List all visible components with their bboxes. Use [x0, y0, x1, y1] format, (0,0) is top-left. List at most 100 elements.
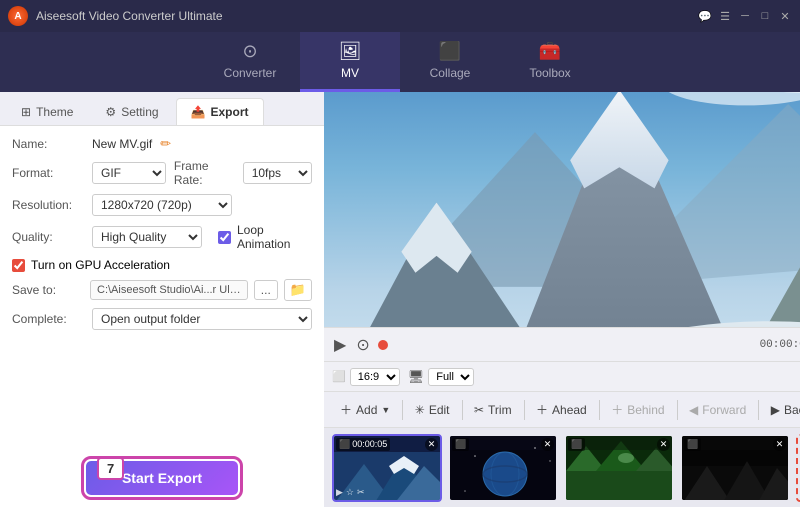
converter-icon: ⊙: [242, 41, 257, 62]
open-folder-button[interactable]: 📁: [284, 279, 312, 301]
edit-button[interactable]: ✳ Edit: [407, 399, 458, 421]
thumb-close-2[interactable]: ✕: [541, 438, 554, 451]
bottom-toolbar: ＋ Add ▼ ✳ Edit ✂ Trim ＋ Ahead ＋ Behi: [324, 391, 800, 427]
name-label: Name:: [12, 137, 84, 151]
film-thumb-2[interactable]: ⬛ ✕: [448, 434, 558, 502]
add-clip-button[interactable]: ＋: [796, 434, 800, 502]
complete-select[interactable]: Open output folder Do nothing Shut down …: [92, 308, 312, 330]
theme-icon: ⊞: [21, 105, 31, 119]
resolution-label: Resolution:: [12, 198, 84, 212]
sub-tab-theme-label: Theme: [36, 105, 73, 119]
aspect-ratio-wrap: ⬜ 16:9 4:3 1:1: [332, 368, 400, 386]
maximize-button[interactable]: □: [758, 9, 772, 23]
complete-label: Complete:: [12, 312, 84, 326]
quality-label: Quality:: [12, 230, 84, 244]
loop-checkbox[interactable]: [218, 231, 231, 244]
ahead-icon: ＋: [536, 401, 548, 418]
settings-panel: Name: New MV.gif ✏ Format: GIF MP4 MOV F…: [0, 126, 324, 451]
export-tab-icon: 📤: [191, 105, 206, 119]
gpu-label: Turn on GPU Acceleration: [31, 258, 170, 272]
quality-select[interactable]: High Quality Medium Quality Low Quality: [92, 226, 202, 248]
behind-icon: ＋: [611, 401, 623, 418]
forward-button[interactable]: ◀ Forward: [681, 399, 754, 421]
forward-icon: ◀: [689, 403, 698, 417]
export-area: 7 Start Export: [0, 451, 324, 507]
name-row: Name: New MV.gif ✏: [12, 136, 312, 152]
thumb-overlay-2: ⬛: [452, 438, 469, 451]
nav-tab-converter[interactable]: ⊙ Converter: [200, 32, 300, 92]
aspect-ratio-icon: ⬜: [332, 370, 346, 383]
name-edit-icon[interactable]: ✏: [160, 136, 171, 152]
save-label: Save to:: [12, 283, 84, 297]
sub-tab-theme[interactable]: ⊞ Theme: [6, 98, 88, 125]
thumb-overlay-3: ⬛: [568, 438, 585, 451]
main-area: ⊞ Theme ⚙ Setting 📤 Export Name: New MV.…: [0, 92, 800, 507]
loop-label: Loop Animation: [237, 223, 312, 251]
titlebar: A Aiseesoft Video Converter Ultimate 💬 ☰…: [0, 0, 800, 32]
browse-dots-button[interactable]: ...: [254, 280, 278, 300]
collage-icon: ⬛: [439, 41, 461, 62]
chat-button[interactable]: 💬: [698, 9, 712, 23]
play-button[interactable]: ▶: [332, 333, 348, 357]
ahead-button[interactable]: ＋ Ahead: [528, 397, 595, 422]
player-controls: ▶ ⊙ 00:00:00.00/00:01:40.16 🔊: [324, 327, 800, 361]
nav-tab-collage[interactable]: ⬛ Collage: [400, 32, 500, 92]
loop-row: Loop Animation: [218, 223, 312, 251]
add-dropdown-arrow: ▼: [381, 405, 390, 415]
add-button[interactable]: ＋ Add ▼: [332, 397, 398, 422]
trim-icon: ✂: [474, 403, 484, 417]
name-value: New MV.gif: [92, 137, 152, 151]
thumb-close-1[interactable]: ✕: [425, 438, 438, 451]
framerate-select[interactable]: 10fps 15fps 24fps 30fps: [243, 162, 312, 184]
thumb-overlay-4: ⬛: [684, 438, 701, 451]
backward-button[interactable]: ▶ Backward: [763, 399, 800, 421]
tooltip-badge: 7: [97, 457, 124, 480]
trim-button[interactable]: ✂ Trim: [466, 399, 520, 421]
sub-tab-export[interactable]: 📤 Export: [176, 98, 264, 125]
app-logo: A: [8, 6, 28, 26]
nav-tab-toolbox[interactable]: 🧰 Toolbox: [500, 32, 600, 92]
quality-row: Quality: High Quality Medium Quality Low…: [12, 223, 312, 251]
sub-tabs: ⊞ Theme ⚙ Setting 📤 Export: [0, 92, 324, 126]
backward-icon: ▶: [771, 403, 780, 417]
thumb-close-3[interactable]: ✕: [657, 438, 670, 451]
thumb-play-1[interactable]: ▶: [336, 487, 343, 498]
complete-row: Complete: Open output folder Do nothing …: [12, 308, 312, 330]
behind-button[interactable]: ＋ Behind: [603, 397, 672, 422]
gpu-checkbox[interactable]: [12, 259, 25, 272]
resolution-row: Resolution: 1280x720 (720p) 1920x1080 (1…: [12, 194, 312, 216]
left-panel: ⊞ Theme ⚙ Setting 📤 Export Name: New MV.…: [0, 92, 324, 507]
menu-button[interactable]: ☰: [718, 9, 732, 23]
format-select[interactable]: GIF MP4 MOV: [92, 162, 166, 184]
nav-tab-mv[interactable]: 🖼 MV: [300, 32, 400, 92]
format-row: Format: GIF MP4 MOV Frame Rate: 10fps 15…: [12, 159, 312, 187]
film-thumb-4[interactable]: ⬛ ✕: [680, 434, 790, 502]
framerate-label: Frame Rate:: [174, 159, 235, 187]
film-thumb-3[interactable]: ⬛ ✕: [564, 434, 674, 502]
save-row: Save to: ... 📁: [12, 279, 312, 301]
edit-icon: ✳: [415, 403, 425, 417]
setting-icon: ⚙: [105, 105, 116, 119]
right-panel: AISEESOFT STUDIO ▶ ⊙ 00:00:00.00/00:01:4…: [324, 92, 800, 507]
minimize-button[interactable]: ─: [738, 9, 752, 23]
nav-label-collage: Collage: [430, 66, 471, 80]
save-path-input[interactable]: [90, 280, 248, 300]
screen-icon: 🖥: [408, 369, 425, 385]
filmstrip: ⬛00:00:05 ✕ ▶ ☆ ✂: [324, 427, 800, 507]
nav-label-converter: Converter: [224, 66, 277, 80]
thumb-star-1[interactable]: ☆: [346, 487, 354, 498]
resolution-select[interactable]: 1280x720 (720p) 1920x1080 (1080p) 854x48…: [92, 194, 232, 216]
record-indicator: [378, 340, 388, 350]
thumb-controls-1: ▶ ☆ ✂: [336, 487, 365, 498]
add-icon: ＋: [340, 401, 352, 418]
film-thumb-1[interactable]: ⬛00:00:05 ✕ ▶ ☆ ✂: [332, 434, 442, 502]
thumb-close-4[interactable]: ✕: [773, 438, 786, 451]
sub-tab-export-label: Export: [211, 105, 249, 119]
nav-label-mv: MV: [341, 66, 359, 80]
aspect-ratio-select[interactable]: 16:9 4:3 1:1: [350, 368, 400, 386]
screen-mode-select[interactable]: Full Fit: [428, 368, 474, 386]
sub-tab-setting[interactable]: ⚙ Setting: [90, 98, 173, 125]
thumb-cut-1[interactable]: ✂: [357, 487, 365, 498]
stop-button[interactable]: ⊙: [354, 333, 371, 357]
close-button[interactable]: ✕: [778, 9, 792, 23]
